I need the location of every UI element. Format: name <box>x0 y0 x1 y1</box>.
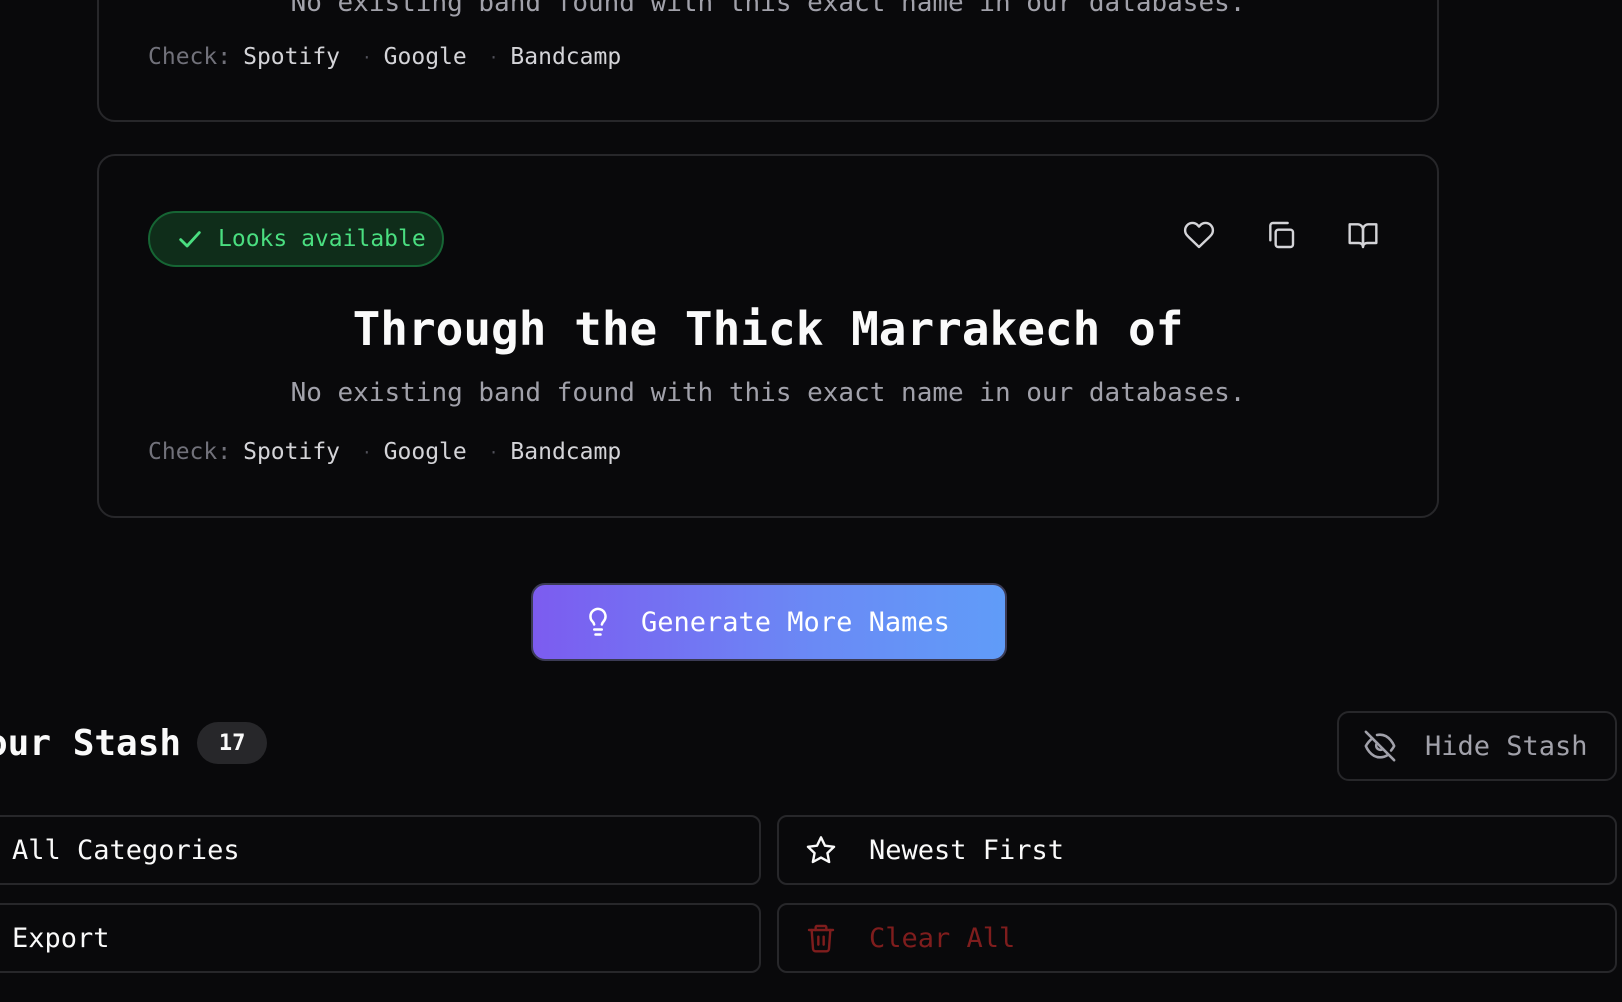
eye-off-icon <box>1364 730 1396 762</box>
check-links: Check: Spotify · Google · Bandcamp <box>148 44 621 70</box>
hide-stash-button[interactable]: Hide Stash <box>1337 711 1617 781</box>
category-filter-select[interactable]: All Categories <box>0 815 761 885</box>
clear-all-button[interactable]: Clear All <box>777 903 1617 973</box>
export-button[interactable]: Export <box>0 903 761 973</box>
separator-dot: · <box>488 442 499 462</box>
generate-more-button[interactable]: Generate More Names <box>531 583 1007 661</box>
hide-stash-label: Hide Stash <box>1425 730 1588 762</box>
star-icon <box>806 836 836 864</box>
definition-button[interactable] <box>1346 218 1380 252</box>
badge-label: Looks available <box>218 226 426 252</box>
check-label: Check: <box>148 44 232 70</box>
favorite-button[interactable] <box>1182 218 1216 252</box>
stash-count-badge: 17 <box>197 722 268 764</box>
check-links: Check: Spotify · Google · Bandcamp <box>148 439 621 465</box>
heart-icon <box>1183 221 1215 249</box>
category-filter-value: All Categories <box>12 834 240 866</box>
band-name-title: Through the Thick Marrakech of <box>352 302 1184 356</box>
book-open-icon <box>1348 223 1378 249</box>
page: No existing band found with this exact n… <box>0 0 1622 1002</box>
clear-all-label: Clear All <box>869 922 1016 954</box>
export-label: Export <box>12 922 110 954</box>
sort-label: Newest First <box>869 834 1065 866</box>
card-actions <box>1182 218 1380 252</box>
check-label: Check: <box>148 439 232 465</box>
google-link[interactable]: Google <box>384 44 467 70</box>
generate-label: Generate More Names <box>641 606 950 638</box>
availability-badge: Looks available <box>148 211 444 267</box>
separator-dot: · <box>488 47 499 67</box>
spotify-link[interactable]: Spotify <box>243 44 340 70</box>
name-card: Looks available Through the Thick Marrak… <box>97 154 1439 518</box>
check-icon <box>179 231 201 248</box>
copy-button[interactable] <box>1264 218 1298 252</box>
spotify-link[interactable]: Spotify <box>243 439 340 465</box>
separator-dot: · <box>362 47 372 67</box>
lightbulb-icon <box>589 607 607 636</box>
stash-header: our Stash 17 <box>0 722 268 764</box>
trash-icon <box>807 924 835 953</box>
name-card: No existing band found with this exact n… <box>97 0 1439 122</box>
google-link[interactable]: Google <box>384 439 467 465</box>
card-description: No existing band found with this exact n… <box>290 0 1246 18</box>
copy-icon <box>1269 221 1295 249</box>
stash-title: our Stash <box>0 722 182 764</box>
separator-dot: · <box>362 442 372 462</box>
sort-select[interactable]: Newest First <box>777 815 1617 885</box>
bandcamp-link[interactable]: Bandcamp <box>510 439 621 465</box>
card-description: No existing band found with this exact n… <box>290 378 1246 408</box>
bandcamp-link[interactable]: Bandcamp <box>510 44 621 70</box>
